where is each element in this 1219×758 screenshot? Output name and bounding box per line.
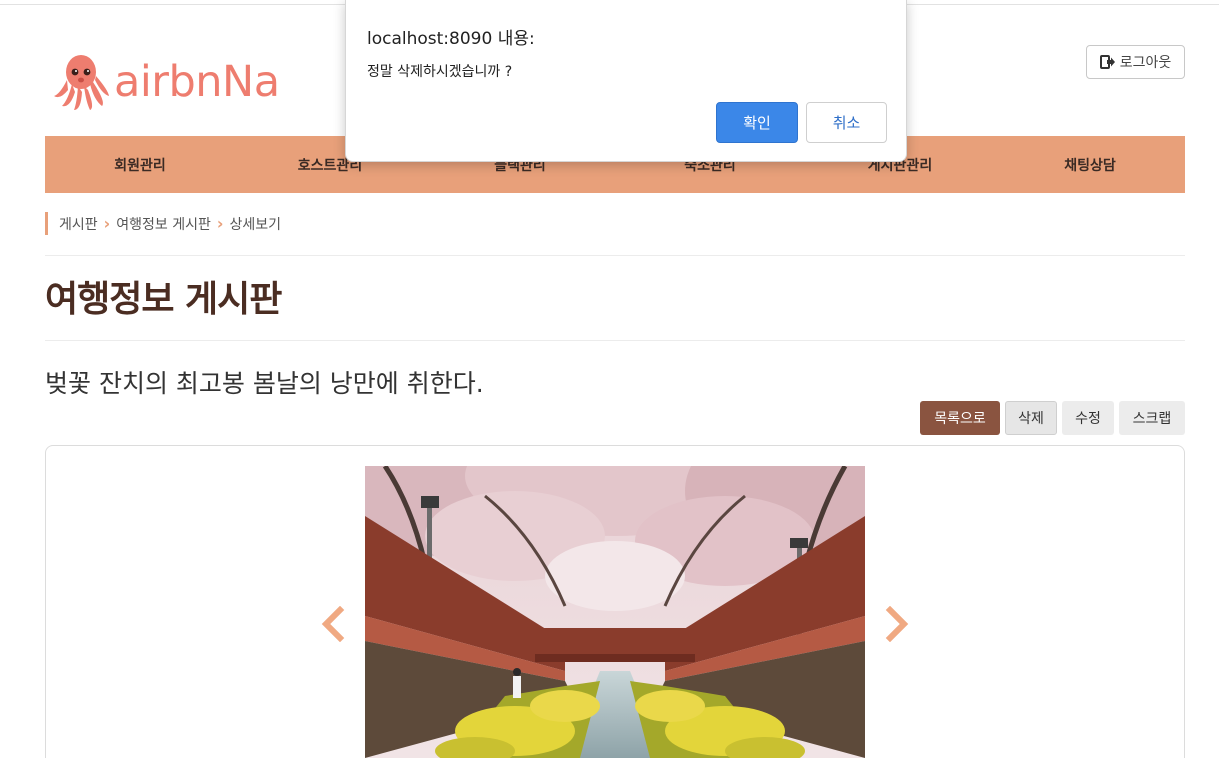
nav-item-members[interactable]: 회원관리: [45, 136, 235, 193]
logo[interactable]: airbnNa: [50, 47, 290, 115]
delete-button[interactable]: 삭제: [1005, 401, 1057, 435]
breadcrumb-item-board[interactable]: 게시판: [59, 214, 98, 234]
breadcrumb: 게시판 › 여행정보 게시판 › 상세보기: [45, 212, 281, 235]
edit-button[interactable]: 수정: [1062, 401, 1114, 435]
divider: [45, 255, 1185, 256]
chevron-right-icon: ›: [216, 214, 224, 233]
octopus-logo-icon: [54, 55, 109, 110]
logout-button[interactable]: 로그아웃: [1086, 45, 1185, 79]
nav-item-chat[interactable]: 채팅상담: [995, 136, 1185, 193]
logout-label: 로그아웃: [1119, 55, 1172, 71]
post-image: [365, 466, 865, 758]
breadcrumb-item-detail: 상세보기: [229, 216, 281, 233]
dialog-title: localhost:8090 내용:: [367, 29, 535, 49]
post-actions: 목록으로 삭제 수정 스크랩: [920, 401, 1185, 435]
logout-icon: [1099, 55, 1115, 69]
back-to-list-button[interactable]: 목록으로: [920, 401, 1000, 435]
breadcrumb-item-travel-board[interactable]: 여행정보 게시판: [116, 214, 211, 234]
confirm-dialog: localhost:8090 내용: 정말 삭제하시겠습니까 ? 확인 취소: [345, 0, 907, 162]
dialog-message: 정말 삭제하시겠습니까 ?: [367, 64, 513, 80]
chevron-left-icon[interactable]: [320, 606, 346, 642]
scrap-button[interactable]: 스크랩: [1119, 401, 1185, 435]
divider: [45, 340, 1185, 341]
post-title: 벚꽃 잔치의 최고봉 봄날의 낭만에 취한다.: [45, 369, 484, 398]
page-title: 여행정보 게시판: [45, 279, 282, 320]
dialog-ok-button[interactable]: 확인: [716, 102, 798, 143]
logo-text: airbnNa: [114, 57, 280, 107]
chevron-right-icon: ›: [103, 214, 111, 233]
chevron-right-icon[interactable]: [884, 606, 910, 642]
dialog-cancel-button[interactable]: 취소: [806, 102, 887, 143]
